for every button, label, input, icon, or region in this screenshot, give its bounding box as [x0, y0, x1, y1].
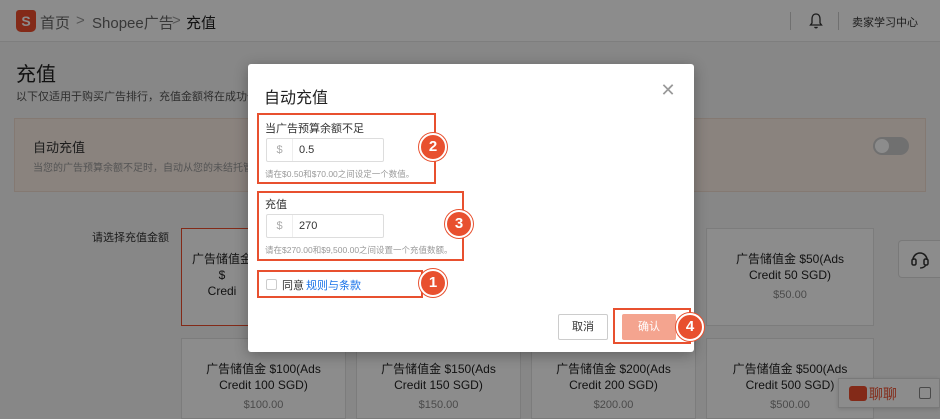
- highlight-box-agree: [257, 270, 423, 298]
- cancel-button[interactable]: 取消: [558, 314, 608, 340]
- step-badge-1: 1: [419, 269, 447, 297]
- highlight-box-threshold: [257, 113, 436, 184]
- close-icon[interactable]: ✕: [660, 81, 676, 99]
- dialog-title: 自动充值: [264, 90, 329, 107]
- step-badge-3: 3: [445, 210, 473, 238]
- step-badge-2: 2: [419, 133, 447, 161]
- highlight-box-recharge: [257, 191, 464, 261]
- step-badge-4: 4: [676, 313, 704, 341]
